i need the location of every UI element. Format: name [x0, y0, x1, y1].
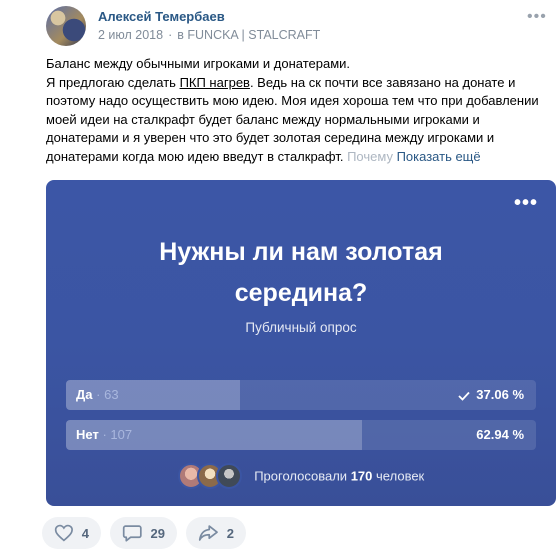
comment-icon	[122, 525, 142, 542]
heart-icon	[54, 524, 73, 542]
poll-type: Публичный опрос	[245, 320, 357, 335]
voter-avatar	[215, 463, 242, 489]
poll-option-no[interactable]: Нет · 107 62.94 %	[66, 420, 536, 450]
show-more-link[interactable]: Показать ещё	[397, 149, 481, 164]
author-name[interactable]: Алексей Темербаев	[98, 9, 225, 24]
post-date[interactable]: 2 июл 2018	[98, 28, 163, 42]
like-button[interactable]: 4	[42, 517, 101, 549]
text-line: Баланс между обычными игроками и донатер…	[46, 56, 351, 71]
share-icon	[198, 525, 218, 541]
more-dots-icon[interactable]: •••	[527, 8, 547, 26]
like-count: 4	[81, 525, 89, 541]
wall-post: Алексей Темербаев 2 июл 2018 · в FUNCKA | …	[0, 0, 559, 553]
check-icon	[458, 391, 470, 401]
poll-question: Нужны ли нам золотая середина?	[159, 238, 443, 307]
share-count: 2	[226, 525, 234, 541]
comment-count: 29	[150, 525, 165, 541]
poll-option-label: Нет · 107	[76, 427, 133, 442]
poll-option-label: Да · 63	[76, 387, 119, 402]
post-text: Баланс между обычными игроками и донатер…	[46, 55, 551, 167]
poll-option-percent: 62.94 %	[476, 427, 524, 442]
faded-text: Почему	[347, 148, 393, 164]
voters-text: Проголосовали 170 человек	[254, 468, 425, 484]
text-line: поэтому надо осуществить мою идею. Моя и…	[46, 93, 539, 109]
share-button[interactable]: 2	[186, 517, 246, 549]
comment-button[interactable]: 29	[110, 517, 177, 549]
poll-more-dots-icon[interactable]: •••	[514, 192, 538, 215]
post-meta: 2 июл 2018 · в FUNCKA | STALCRAFT	[98, 28, 320, 42]
text-line: моей идеи на сталкрафт будет баланс межд…	[46, 111, 480, 127]
text-line: донатерами когда мою идею введут в сталк…	[46, 148, 481, 164]
voter-avatars	[177, 463, 242, 489]
author-avatar[interactable]	[46, 6, 86, 46]
text-line: Я предлогаю сделать ПКП нагрев. Ведь на …	[46, 74, 516, 90]
post-source[interactable]: в FUNCKA | STALCRAFT	[177, 28, 320, 42]
underlined-term: ПКП нагрев	[179, 74, 250, 90]
text-line: донатерами и я уверен что это будет золо…	[46, 130, 495, 146]
poll-option-percent: 37.06 %	[458, 387, 524, 402]
poll-option-yes[interactable]: Да · 63 37.06 %	[66, 380, 536, 410]
poll-voters[interactable]: Проголосовали 170 человек	[46, 463, 556, 489]
meta-separator: ·	[168, 28, 173, 42]
poll-card: ••• Нужны ли нам золотая середина? Публи…	[46, 180, 556, 506]
